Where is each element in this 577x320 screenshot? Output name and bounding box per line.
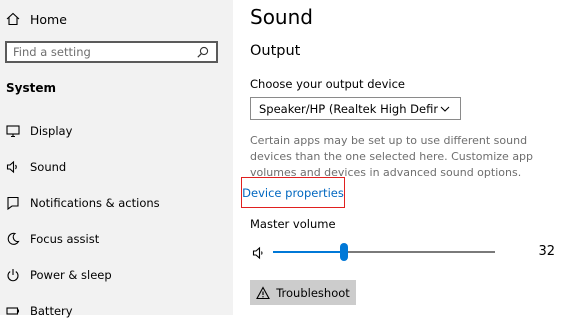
device-properties-link[interactable]: Device properties (242, 186, 344, 200)
slider-fill (273, 251, 344, 253)
sidebar-item-label: Focus assist (30, 232, 100, 246)
search-input[interactable]: Find a setting (13, 45, 196, 59)
battery-icon (6, 304, 20, 318)
home-label: Home (30, 11, 67, 27)
sidebar-item-label: Notifications & actions (30, 196, 160, 210)
sidebar-item-label: Battery (30, 304, 73, 318)
master-volume-label: Master volume (250, 217, 336, 231)
sidebar-item-label: Power & sleep (30, 268, 112, 282)
output-device-dropdown[interactable]: Speaker/HP (Realtek High Definiti... (250, 97, 461, 120)
slider-thumb[interactable] (340, 243, 348, 261)
home-icon (6, 12, 20, 26)
power-icon (6, 268, 20, 282)
home-nav[interactable]: Home (6, 10, 67, 28)
troubleshoot-label: Troubleshoot (276, 285, 350, 300)
output-heading: Output (250, 43, 301, 59)
page-title: Sound (250, 5, 313, 29)
troubleshoot-button[interactable]: Troubleshoot (250, 280, 356, 305)
warning-icon (256, 285, 271, 300)
search-box[interactable]: Find a setting (5, 41, 218, 63)
sidebar: Home Find a setting System Display Sound… (0, 0, 233, 318)
sidebar-item-label: Sound (30, 160, 67, 174)
section-title: System (6, 81, 56, 95)
speaker-icon (6, 160, 20, 174)
info-text: Certain apps may be set up to use differ… (250, 134, 534, 179)
main-content: Sound Output Choose your output device S… (233, 0, 577, 315)
notifications-icon (6, 196, 20, 210)
volume-icon[interactable] (252, 245, 266, 260)
moon-icon (6, 232, 20, 246)
sidebar-item-battery[interactable]: Battery (6, 302, 73, 320)
device-properties-highlight[interactable]: Device properties (241, 177, 345, 208)
search-icon[interactable] (196, 45, 210, 59)
monitor-icon (6, 124, 20, 138)
master-volume-slider[interactable] (273, 243, 495, 261)
sidebar-item-display[interactable]: Display (6, 122, 72, 140)
volume-value: 32 (538, 244, 555, 259)
choose-device-label: Choose your output device (250, 77, 405, 91)
sidebar-item-label: Display (30, 124, 73, 138)
chevron-down-icon (438, 102, 452, 116)
sidebar-item-notifications[interactable]: Notifications & actions (6, 194, 160, 212)
sidebar-item-focus-assist[interactable]: Focus assist (6, 230, 99, 248)
sidebar-item-sound[interactable]: Sound (6, 158, 66, 176)
sidebar-item-power-sleep[interactable]: Power & sleep (6, 266, 112, 284)
selected-device: Speaker/HP (Realtek High Definiti... (259, 101, 438, 116)
